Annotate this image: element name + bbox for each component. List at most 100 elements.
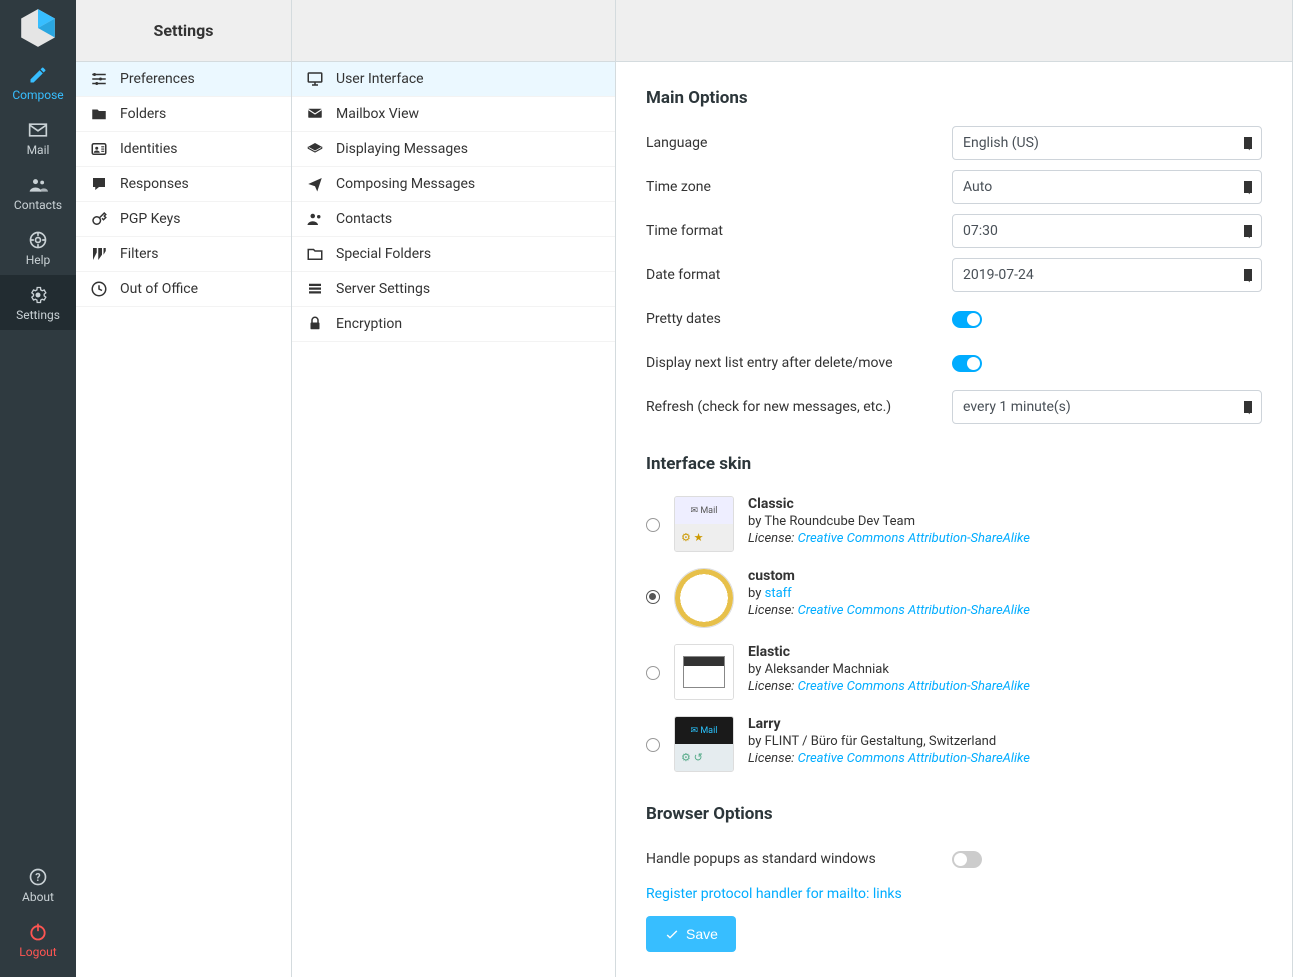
nav-mail-label: Mail xyxy=(27,143,50,157)
settings-section-item[interactable]: Out of Office xyxy=(76,272,291,307)
skin-license: License: Creative Commons Attribution-Sh… xyxy=(748,603,1030,618)
skin-name: custom xyxy=(748,568,1030,584)
list-item-label: Displaying Messages xyxy=(336,141,468,157)
skin-option: Larry by FLINT / Büro für Gestaltung, Swi… xyxy=(646,708,1262,780)
skin-thumbnail xyxy=(674,716,734,772)
preference-section-item[interactable]: Server Settings xyxy=(292,272,615,307)
list-icon xyxy=(90,175,108,193)
nav-help-label: Help xyxy=(26,253,51,267)
skin-author: by FLINT / Büro für Gestaltung, Switzerl… xyxy=(748,734,1030,749)
settings-sections-panel: Settings Preferences Folders IdentitiesRes… xyxy=(76,0,292,977)
skin-radio[interactable] xyxy=(646,590,660,604)
list-icon xyxy=(306,280,324,298)
nav-about[interactable]: ? About xyxy=(0,857,76,912)
list-item-label: Folders xyxy=(120,106,166,122)
settings-header: Settings xyxy=(76,0,291,62)
popups-toggle[interactable] xyxy=(952,851,982,868)
skin-license-link[interactable]: Creative Commons Attribution-ShareAlike xyxy=(798,531,1030,546)
refresh-select[interactable]: every 1 minute(s) xyxy=(952,390,1262,424)
settings-section-item[interactable]: PGP Keys xyxy=(76,202,291,237)
skin-license-link[interactable]: Creative Commons Attribution-ShareAlike xyxy=(798,603,1030,618)
skin-license-link[interactable]: Creative Commons Attribution-ShareAlike xyxy=(798,679,1030,694)
settings-content-panel: Main Options Language English (US) Time … xyxy=(616,0,1293,977)
settings-content-header xyxy=(616,0,1292,62)
skin-radio[interactable] xyxy=(646,518,660,532)
display-next-label: Display next list entry after delete/mov… xyxy=(646,355,952,371)
list-item-label: Encryption xyxy=(336,316,402,332)
nav-help[interactable]: Help xyxy=(0,220,76,275)
list-item-label: PGP Keys xyxy=(120,211,180,227)
timezone-select[interactable]: Auto xyxy=(952,170,1262,204)
popups-label: Handle popups as standard windows xyxy=(646,851,952,867)
skin-license-link[interactable]: Creative Commons Attribution-ShareAlike xyxy=(798,751,1030,766)
skin-license: License: Creative Commons Attribution-Sh… xyxy=(748,531,1030,546)
skin-license: License: Creative Commons Attribution-Sh… xyxy=(748,751,1030,766)
list-icon xyxy=(306,315,324,333)
list-item-label: Mailbox View xyxy=(336,106,419,122)
list-icon xyxy=(306,210,324,228)
skin-option: Elasticby Aleksander MachniakLicense: Cr… xyxy=(646,636,1262,708)
nav-logout[interactable]: Logout xyxy=(0,912,76,967)
preference-sections-list: User Interface Mailbox View Displaying Mes… xyxy=(292,62,615,977)
preference-sections-panel: User Interface Mailbox View Displaying Mes… xyxy=(292,0,616,977)
display-next-toggle[interactable] xyxy=(952,355,982,372)
skin-radio[interactable] xyxy=(646,738,660,752)
app-logo xyxy=(0,0,76,55)
save-button-label: Save xyxy=(686,926,718,942)
settings-section-item[interactable]: Preferences xyxy=(76,62,291,97)
skin-name: Classic xyxy=(748,496,1030,512)
skins-list: Classicby The Roundcube Dev TeamLicense:… xyxy=(646,488,1262,780)
settings-section-item[interactable]: Folders xyxy=(76,97,291,132)
section-interface-skin: Interface skin xyxy=(646,454,1262,474)
preference-section-item[interactable]: Displaying Messages xyxy=(292,132,615,167)
settings-section-item[interactable]: Filters xyxy=(76,237,291,272)
list-icon xyxy=(306,140,324,158)
nav-compose-label: Compose xyxy=(12,88,63,102)
list-icon xyxy=(90,140,108,158)
skin-author: by staff xyxy=(748,586,1030,601)
skin-author-link[interactable]: staff xyxy=(765,586,792,601)
nav-compose[interactable]: Compose xyxy=(0,55,76,110)
skin-option: Classicby The Roundcube Dev TeamLicense:… xyxy=(646,488,1262,560)
preference-section-item[interactable]: Encryption xyxy=(292,307,615,342)
nav-contacts-label: Contacts xyxy=(14,198,62,212)
skin-thumbnail xyxy=(674,568,734,628)
list-icon xyxy=(90,105,108,123)
nav-settings-label: Settings xyxy=(16,308,60,322)
preference-section-item[interactable]: Special Folders xyxy=(292,237,615,272)
settings-section-item[interactable]: Identities xyxy=(76,132,291,167)
skin-name: Larry xyxy=(748,716,1030,732)
preference-section-item[interactable]: Composing Messages xyxy=(292,167,615,202)
about-icon: ? xyxy=(28,867,48,887)
preference-section-item[interactable]: Mailbox View xyxy=(292,97,615,132)
preference-section-item[interactable]: User Interface xyxy=(292,62,615,97)
nav-about-label: About xyxy=(22,890,54,904)
list-item-label: Composing Messages xyxy=(336,176,475,192)
skin-radio[interactable] xyxy=(646,666,660,680)
dateformat-select[interactable]: 2019-07-24 xyxy=(952,258,1262,292)
preference-section-item[interactable]: Contacts xyxy=(292,202,615,237)
compose-icon xyxy=(28,65,48,85)
nav-settings[interactable]: Settings xyxy=(0,275,76,330)
skin-thumbnail xyxy=(674,496,734,552)
save-button[interactable]: Save xyxy=(646,916,736,952)
settings-section-item[interactable]: Responses xyxy=(76,167,291,202)
pretty-dates-toggle[interactable] xyxy=(952,311,982,328)
list-icon xyxy=(90,245,108,263)
skin-license: License: Creative Commons Attribution-Sh… xyxy=(748,679,1030,694)
section-main-options: Main Options xyxy=(646,88,1262,108)
settings-icon xyxy=(28,285,48,305)
app-sidebar: Compose Mail Contacts Help Settings ? xyxy=(0,0,76,977)
register-protocol-link[interactable]: Register protocol handler for mailto: li… xyxy=(646,886,902,902)
language-select[interactable]: English (US) xyxy=(952,126,1262,160)
nav-mail[interactable]: Mail xyxy=(0,110,76,165)
list-item-label: Preferences xyxy=(120,71,195,87)
list-icon xyxy=(306,70,324,88)
svg-text:?: ? xyxy=(35,871,40,884)
list-icon xyxy=(90,210,108,228)
timeformat-select[interactable]: 07:30 xyxy=(952,214,1262,248)
nav-contacts[interactable]: Contacts xyxy=(0,165,76,220)
dateformat-label: Date format xyxy=(646,267,952,283)
list-item-label: User Interface xyxy=(336,71,424,87)
section-browser-options: Browser Options xyxy=(646,804,1262,824)
